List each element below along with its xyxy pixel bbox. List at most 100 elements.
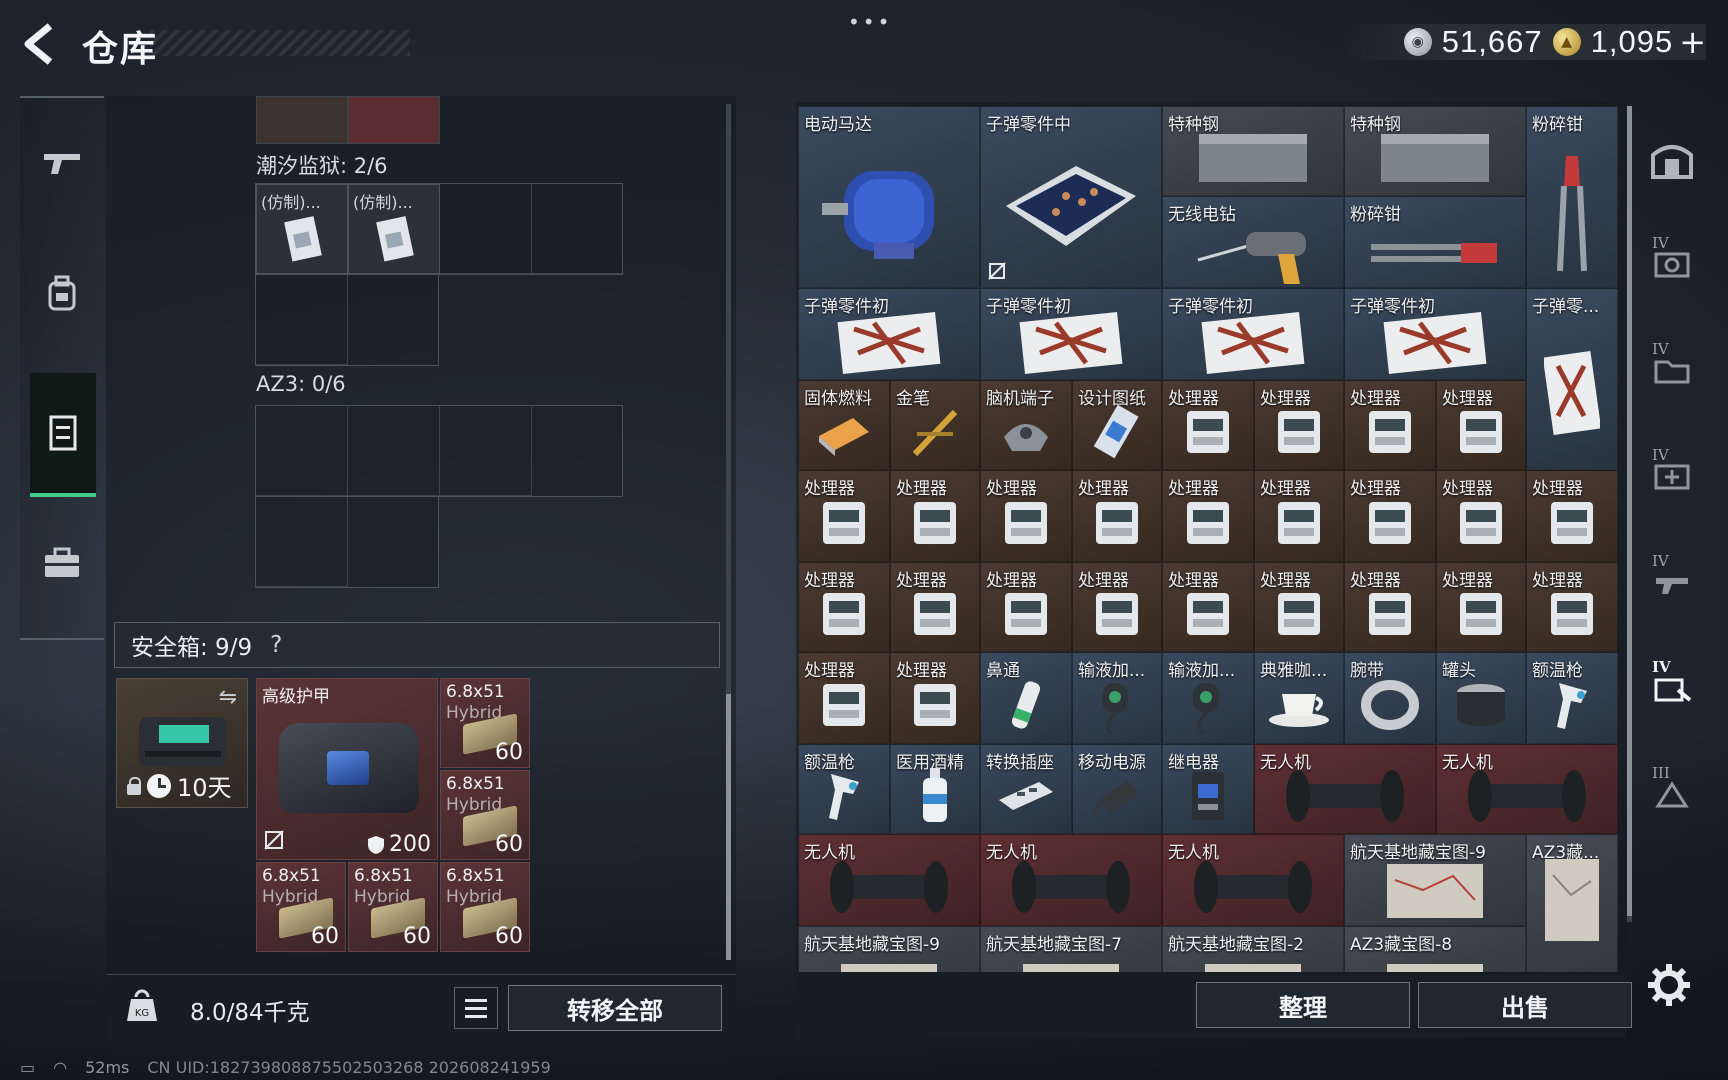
item-adapter-socket[interactable]: 转换插座 [980,744,1072,834]
item-processor[interactable]: 处理器 [890,562,980,652]
safe-item-ammo[interactable]: 6.8x51 Hybrid 60 [440,678,530,768]
item-bullet-parts[interactable]: 子弹零件初 [798,288,980,380]
sidebar-backpack[interactable] [20,248,104,338]
swap-icon[interactable]: ⇋ [219,685,237,710]
item-drone[interactable]: 无人机 [798,834,980,926]
right-tab-home[interactable] [1644,118,1700,198]
item-treasure-map[interactable]: 航天基地藏宝图-2 [1162,926,1344,972]
item-bullet-parts[interactable]: 子弹零件初 [980,288,1162,380]
right-tab-workshop-active[interactable]: IV [1644,648,1700,728]
list-view-button[interactable] [454,987,498,1029]
item-nasal-inhaler[interactable]: 鼻通 [980,652,1072,744]
item-processor[interactable]: 处理器 [1344,380,1436,470]
item-treasure-map[interactable]: 航天基地藏宝图-7 [980,926,1162,972]
item-crusher-pliers[interactable]: 粉碎钳 [1526,106,1618,288]
item-treasure-map[interactable]: 航天基地藏宝图-9 [1344,834,1526,926]
item-special-steel[interactable]: 特种钢 [1162,106,1344,196]
item-design-blueprint[interactable]: 设计图纸 [1072,380,1162,470]
partial-item-slot[interactable] [256,96,348,144]
item-processor[interactable]: 处理器 [980,562,1072,652]
item-drone[interactable]: 无人机 [1162,834,1344,926]
settings-gear-icon[interactable] [1646,962,1692,1008]
item-processor[interactable]: 处理器 [1526,470,1618,562]
item-processor[interactable]: 处理器 [980,470,1072,562]
item-drone[interactable]: 无人机 [980,834,1162,926]
item-processor[interactable]: 处理器 [1344,562,1436,652]
item-processor[interactable]: 处理器 [1436,562,1526,652]
item-processor[interactable]: 处理器 [1526,562,1618,652]
left-scrollbar-thumb[interactable] [726,694,731,960]
sidebar-weapons[interactable] [20,118,104,208]
item-processor[interactable]: 处理器 [1436,380,1526,470]
safe-box-container[interactable]: ⇋ 10天 [116,678,248,808]
item-processor[interactable]: 处理器 [1254,380,1344,470]
right-tab-files[interactable]: IV [1644,330,1700,410]
sidebar-storage-active[interactable] [30,373,96,497]
item-power-bank[interactable]: 移动电源 [1072,744,1162,834]
item-infusion-pump[interactable]: 输液加... [1072,652,1162,744]
item-wristband[interactable]: 腕带 [1344,652,1436,744]
item-processor[interactable]: 处理器 [890,652,980,744]
item-infusion-pump[interactable]: 输液加... [1162,652,1254,744]
item-gold-pen[interactable]: 金笔 [890,380,980,470]
right-tab-medical[interactable]: IV [1644,436,1700,516]
item-coffee-cup[interactable]: 典雅咖... [1254,652,1344,744]
item-processor[interactable]: 处理器 [798,470,890,562]
safe-item-ammo[interactable]: 6.8x51 Hybrid 60 [440,862,530,952]
right-tab-weapons[interactable]: IV [1644,542,1700,622]
weight-icon[interactable]: KG [126,989,158,1023]
item-relay[interactable]: 继电器 [1162,744,1254,834]
item-cordless-drill[interactable]: 无线电钻 [1162,196,1344,288]
safe-item-ammo[interactable]: 6.8x51 Hybrid 60 [440,770,530,860]
item-drone[interactable]: 无人机 [1436,744,1618,834]
item-drone[interactable]: 无人机 [1254,744,1436,834]
copy-item-card[interactable]: (仿制)... [256,184,348,274]
copy-item-card[interactable]: (仿制)... [348,184,440,274]
partial-item-slot[interactable] [348,96,440,144]
item-thermometer[interactable]: 额温枪 [798,744,890,834]
item-processor[interactable]: 处理器 [1254,470,1344,562]
item-bullet-parts[interactable]: 子弹零... [1526,288,1618,470]
item-processor[interactable]: 处理器 [1162,380,1254,470]
item-bullet-parts[interactable]: 子弹零件初 [1162,288,1344,380]
transfer-all-button[interactable]: 转移全部 [508,985,722,1031]
item-crusher-pliers[interactable]: 粉碎钳 [1344,196,1526,288]
help-button[interactable]: ? [270,632,282,658]
right-scrollbar[interactable] [1627,106,1632,922]
item-processor[interactable]: 处理器 [798,652,890,744]
item-processor[interactable]: 处理器 [1162,562,1254,652]
item-treasure-map[interactable]: 航天基地藏宝图-9 [798,926,980,972]
right-tab-storage[interactable]: III [1644,754,1700,834]
more-menu-icon[interactable]: ••• [848,10,892,34]
right-scrollbar-thumb[interactable] [1627,106,1632,916]
item-processor[interactable]: 处理器 [1072,470,1162,562]
item-canned-food[interactable]: 罐头 [1436,652,1526,744]
safe-item-ammo[interactable]: 6.8x51 Hybrid 60 [256,862,346,952]
right-tab-vault[interactable]: IV [1644,224,1700,304]
item-processor[interactable]: 处理器 [890,470,980,562]
item-processor[interactable]: 处理器 [1162,470,1254,562]
item-bullet-parts[interactable]: 子弹零件初 [1344,288,1526,380]
item-special-steel[interactable]: 特种钢 [1344,106,1526,196]
safe-item-armor[interactable]: 高级护甲 200 [256,678,438,860]
item-processor[interactable]: 处理器 [1436,470,1526,562]
item-processor[interactable]: 处理器 [1344,470,1436,562]
item-processor[interactable]: 处理器 [1072,562,1162,652]
item-thermometer[interactable]: 额温枪 [1526,652,1618,744]
safe-item-ammo[interactable]: 6.8x51 Hybrid 60 [348,862,438,952]
item-solid-fuel[interactable]: 固体燃料 [798,380,890,470]
item-processor[interactable]: 处理器 [798,562,890,652]
item-az3-map[interactable]: AZ3藏宝图-8 [1344,926,1526,972]
item-medical-alcohol[interactable]: 医用酒精 [890,744,980,834]
back-arrow-icon[interactable] [20,22,60,66]
item-electric-motor[interactable]: 电动马达 [798,106,980,288]
left-scrollbar[interactable] [726,104,731,960]
item-az3-map[interactable]: AZ3藏... [1526,834,1618,972]
item-processor[interactable]: 处理器 [1254,562,1344,652]
sidebar-case[interactable] [20,518,104,608]
add-currency-button[interactable]: + [1679,23,1706,61]
sell-button[interactable]: 出售 [1418,982,1632,1028]
item-bullet-parts-mid[interactable]: 子弹零件中 [980,106,1162,288]
item-brain-terminal[interactable]: 脑机端子 [980,380,1072,470]
sort-button[interactable]: 整理 [1196,982,1410,1028]
